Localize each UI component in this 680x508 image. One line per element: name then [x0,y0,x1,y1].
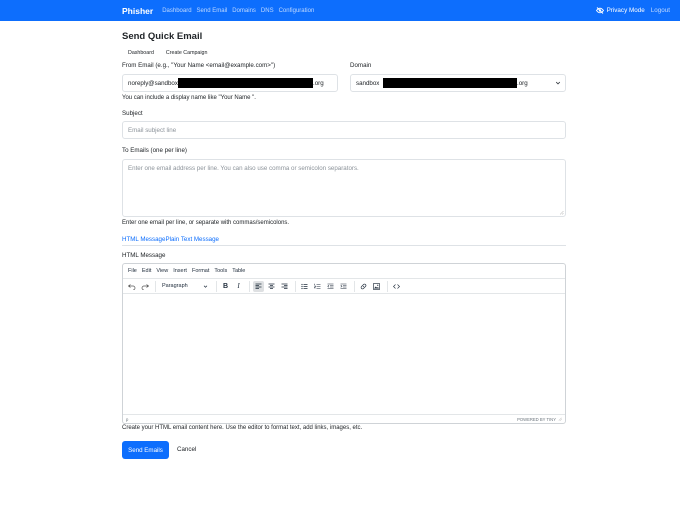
subject-input[interactable]: Email subject line [122,121,566,139]
nav-send-email[interactable]: Send Email [197,8,228,14]
insert-image-button[interactable] [371,281,382,292]
menu-edit[interactable]: Edit [142,268,151,274]
redo-icon [141,283,149,290]
numbered-list-button[interactable] [312,281,323,292]
align-center-button[interactable] [266,281,277,292]
nav-configuration[interactable]: Configuration [279,8,315,14]
to-emails-textarea[interactable]: Enter one email address per line. You ca… [122,159,566,217]
element-path[interactable]: p [126,417,128,422]
toolbar-divider [354,280,355,292]
outdent-icon [327,283,334,289]
resize-handle-icon[interactable] [559,210,564,215]
insert-link-button[interactable] [358,281,369,292]
resize-handle-icon[interactable] [558,417,562,421]
from-email-help: You can include a display name like "You… [122,95,256,101]
from-email-value-end: .org [313,80,324,87]
redo-button[interactable] [139,281,150,292]
undo-button[interactable] [126,281,137,292]
align-left-icon [255,283,262,289]
breadcrumb: Dashboard Create Campaign [122,49,213,57]
numbered-list-icon [314,283,321,289]
chevron-down-icon [203,285,208,288]
source-code-button[interactable] [391,281,402,292]
menu-insert[interactable]: Insert [173,268,187,274]
nav-dashboard[interactable]: Dashboard [162,8,191,14]
cancel-link[interactable]: Cancel [177,446,196,453]
domain-select[interactable]: sandbox .org [350,74,566,92]
editor-help: Create your HTML email content here. Use… [122,425,363,431]
link-icon [360,283,367,289]
subject-placeholder: Email subject line [128,126,177,134]
domain-label: Domain [350,62,372,69]
block-format-dropdown[interactable]: Paragraph [159,281,211,292]
align-left-button[interactable] [253,280,264,292]
send-emails-button[interactable]: Send Emails [122,441,169,459]
editor-toolbar: Paragraph B I [123,279,565,294]
nav-dns[interactable]: DNS [261,8,274,14]
redaction-bar [383,78,517,88]
powered-by-label[interactable]: POWERED BY TINY [517,417,556,422]
italic-icon: I [237,282,240,290]
nav-logout[interactable]: Logout [651,7,670,14]
from-email-label: From Email (e.g., "Your Name <email@exam… [122,62,276,69]
menu-view[interactable]: View [156,268,168,274]
privacy-mode-label: Privacy Mode [606,7,645,14]
navbar: Phisher Dashboard Send Email Domains DNS… [0,0,680,21]
editor-content-area[interactable] [123,295,565,415]
toolbar-divider [295,280,296,292]
outdent-button[interactable] [325,281,336,292]
nav-domains[interactable]: Domains [232,8,256,14]
domain-value: sandbox [356,79,380,87]
code-icon [393,283,400,289]
align-right-icon [281,283,288,289]
page-title: Send Quick Email [122,31,203,42]
menu-format[interactable]: Format [192,268,209,274]
brand-logo[interactable]: Phisher [122,6,153,16]
align-center-icon [268,283,275,289]
eye-slash-icon [595,7,604,14]
chevron-down-icon [555,81,561,85]
toolbar-divider [249,280,250,292]
align-right-button[interactable] [279,281,290,292]
menu-file[interactable]: File [128,268,137,274]
html-message-label: HTML Message [122,252,166,259]
privacy-mode-toggle[interactable]: Privacy Mode [595,7,645,14]
toolbar-divider [387,280,388,292]
editor-statusbar: p POWERED BY TINY [123,414,565,423]
tab-html-message[interactable]: HTML Message [122,236,165,243]
bold-icon: B [222,282,229,290]
breadcrumb-create-campaign[interactable]: Create Campaign [160,49,214,57]
block-format-value: Paragraph [162,283,188,289]
subject-label: Subject [122,110,143,117]
indent-icon [340,283,347,289]
bold-button[interactable]: B [220,281,231,292]
breadcrumb-dashboard[interactable]: Dashboard [122,49,160,57]
image-icon [373,282,380,290]
redaction-bar [178,78,313,88]
from-email-input[interactable]: noreply@sandbox .org [122,74,338,92]
italic-button[interactable]: I [233,281,244,292]
bullet-list-icon [301,283,308,289]
message-tabs: HTML MessagePlain Text Message [122,236,566,246]
editor-menubar: File Edit View Insert Format Tools Table [123,264,565,279]
to-emails-placeholder: Enter one email address per line. You ca… [128,165,359,172]
html-editor: File Edit View Insert Format Tools Table… [122,263,566,424]
powered-by: POWERED BY TINY [517,417,562,422]
undo-icon [127,283,135,290]
tab-plain-text-message[interactable]: Plain Text Message [165,236,219,243]
to-emails-label: To Emails (one per line) [122,147,187,154]
from-email-value: noreply@sandbox [128,79,178,87]
toolbar-divider [155,280,156,292]
bullet-list-button[interactable] [299,281,310,292]
domain-value-end: .org [517,80,528,87]
to-emails-help: Enter one email per line, or separate wi… [122,220,290,226]
menu-tools[interactable]: Tools [214,268,227,274]
menu-table[interactable]: Table [232,268,245,274]
toolbar-divider [216,280,217,292]
indent-button[interactable] [338,281,349,292]
